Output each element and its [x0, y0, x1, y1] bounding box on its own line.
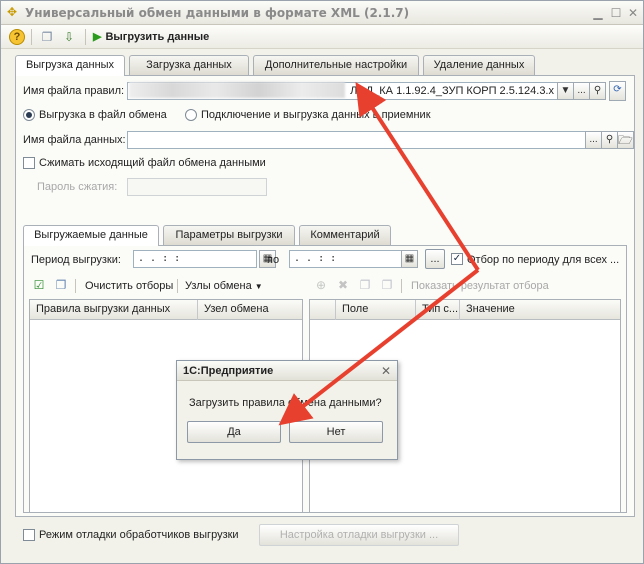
add-icon[interactable]: ⊕: [313, 277, 329, 293]
period-label: Период выгрузки:: [31, 254, 121, 266]
debug-settings-button[interactable]: Настройка отладки выгрузки ...: [259, 524, 459, 546]
radio-connect-receiver-label: Подключение и выгрузка данных в приемник: [201, 109, 431, 121]
data-file-label: Имя файла данных:: [23, 134, 126, 146]
app-icon: ✥: [7, 5, 18, 19]
password-label: Пароль сжатия:: [37, 181, 118, 193]
delete-icon[interactable]: ✖: [335, 277, 351, 293]
tab-export[interactable]: Выгрузка данных: [15, 55, 125, 76]
yes-button[interactable]: Да: [187, 421, 281, 443]
copy-icon[interactable]: ❐: [357, 277, 373, 293]
exchange-nodes-button[interactable]: Узлы обмена ▼: [185, 280, 263, 292]
tab-comment[interactable]: Комментарий: [299, 225, 391, 245]
toolbar-separator: [31, 29, 32, 45]
toolbar-separator: [75, 279, 76, 293]
toolbar-separator: [401, 279, 402, 293]
dropdown-icon[interactable]: ▼: [557, 82, 574, 100]
filter-period-checkbox[interactable]: ✓: [451, 253, 463, 265]
filter-grid-header: Поле Тип с... Значение: [310, 300, 620, 320]
period-ellipsis-button[interactable]: ...: [425, 249, 445, 269]
search-icon[interactable]: ⚲: [589, 82, 606, 100]
toolbar: ? ❐ ⇩ ▶ Выгрузить данные: [1, 25, 643, 49]
confirm-dialog: 1С:Предприятие ✕ Загрузить правила обмен…: [176, 360, 398, 460]
tab-additional-settings[interactable]: Дополнительные настройки: [253, 55, 419, 75]
minimize-icon[interactable]: ▁: [591, 6, 605, 20]
ellipsis-button[interactable]: ...: [573, 82, 590, 100]
dialog-message: Загрузить правила обмена данными?: [189, 397, 382, 409]
compress-label: Сжимать исходящий файл обмена данными: [39, 157, 266, 169]
save-settings-icon[interactable]: ⇩: [61, 29, 77, 45]
sub-tabs: Выгружаемые данные Параметры выгрузки Ко…: [23, 225, 393, 246]
chevron-down-icon: ▼: [254, 282, 263, 291]
tab-delete-data[interactable]: Удаление данных: [423, 55, 535, 75]
main-window: ✥ Универсальный обмен данными в формате …: [0, 0, 644, 564]
title-bar: ✥ Универсальный обмен данными в формате …: [1, 1, 643, 25]
open-file-icon[interactable]: 🗁: [617, 131, 634, 149]
close-icon[interactable]: ✕: [626, 6, 640, 20]
clear-filters-button[interactable]: Очистить отборы: [85, 280, 173, 292]
tab-exported-data[interactable]: Выгружаемые данные: [23, 225, 159, 246]
search-icon[interactable]: ⚲: [601, 131, 618, 149]
column-export-rules[interactable]: Правила выгрузки данных: [30, 300, 198, 320]
column-value[interactable]: Значение: [460, 300, 620, 320]
main-tabs: Выгрузка данных Загрузка данных Дополнит…: [15, 55, 535, 76]
column-comparison-type[interactable]: Тип с...: [416, 300, 460, 320]
ellipsis-button[interactable]: ...: [585, 131, 602, 149]
check-all-icon[interactable]: ☑: [31, 277, 47, 293]
period-from-input[interactable]: . . : :: [133, 250, 257, 268]
copy-icon[interactable]: ❐: [379, 277, 395, 293]
export-data-button[interactable]: ▶ Выгрузить данные: [93, 29, 209, 46]
play-icon: ▶: [93, 31, 102, 43]
help-icon[interactable]: ?: [9, 29, 25, 45]
data-file-input[interactable]: [127, 131, 587, 149]
show-filter-result-button[interactable]: Показать результат отбора: [411, 280, 549, 292]
calendar-icon[interactable]: ▦: [401, 250, 418, 268]
toolbar-separator: [177, 279, 178, 293]
no-button[interactable]: Нет: [289, 421, 383, 443]
filter-period-label: Отбор по периоду для всех ...: [467, 254, 620, 266]
tab-import[interactable]: Загрузка данных: [129, 55, 249, 75]
rules-file-label: Имя файла правил:: [23, 85, 125, 97]
radio-export-to-file[interactable]: [23, 109, 35, 121]
debug-mode-checkbox[interactable]: [23, 529, 35, 541]
compress-checkbox[interactable]: [23, 157, 35, 169]
maximize-icon[interactable]: ☐: [609, 6, 623, 20]
period-to-input[interactable]: . . : :: [289, 250, 413, 268]
close-icon[interactable]: ✕: [381, 364, 391, 378]
radio-connect-receiver[interactable]: [185, 109, 197, 121]
redacted-path: [129, 82, 345, 98]
load-rules-icon[interactable]: ⟳: [609, 81, 626, 101]
period-to-label: по: [267, 254, 280, 266]
toolbar-separator: [85, 29, 86, 45]
rules-grid-header: Правила выгрузки данных Узел обмена: [30, 300, 302, 320]
column-exchange-node[interactable]: Узел обмена: [198, 300, 302, 320]
dialog-title: 1С:Предприятие: [177, 361, 397, 381]
debug-mode-label: Режим отладки обработчиков выгрузки: [39, 529, 239, 541]
column-field[interactable]: Поле: [336, 300, 416, 320]
copy-icon[interactable]: ❐: [39, 29, 55, 45]
copy-icon[interactable]: ❐: [53, 277, 69, 293]
window-title: Универсальный обмен данными в формате XM…: [25, 6, 410, 20]
tab-export-params[interactable]: Параметры выгрузки: [163, 225, 295, 245]
password-input[interactable]: [127, 178, 267, 196]
column-marker: [310, 300, 336, 320]
radio-export-to-file-label: Выгрузка в файл обмена: [39, 109, 167, 121]
